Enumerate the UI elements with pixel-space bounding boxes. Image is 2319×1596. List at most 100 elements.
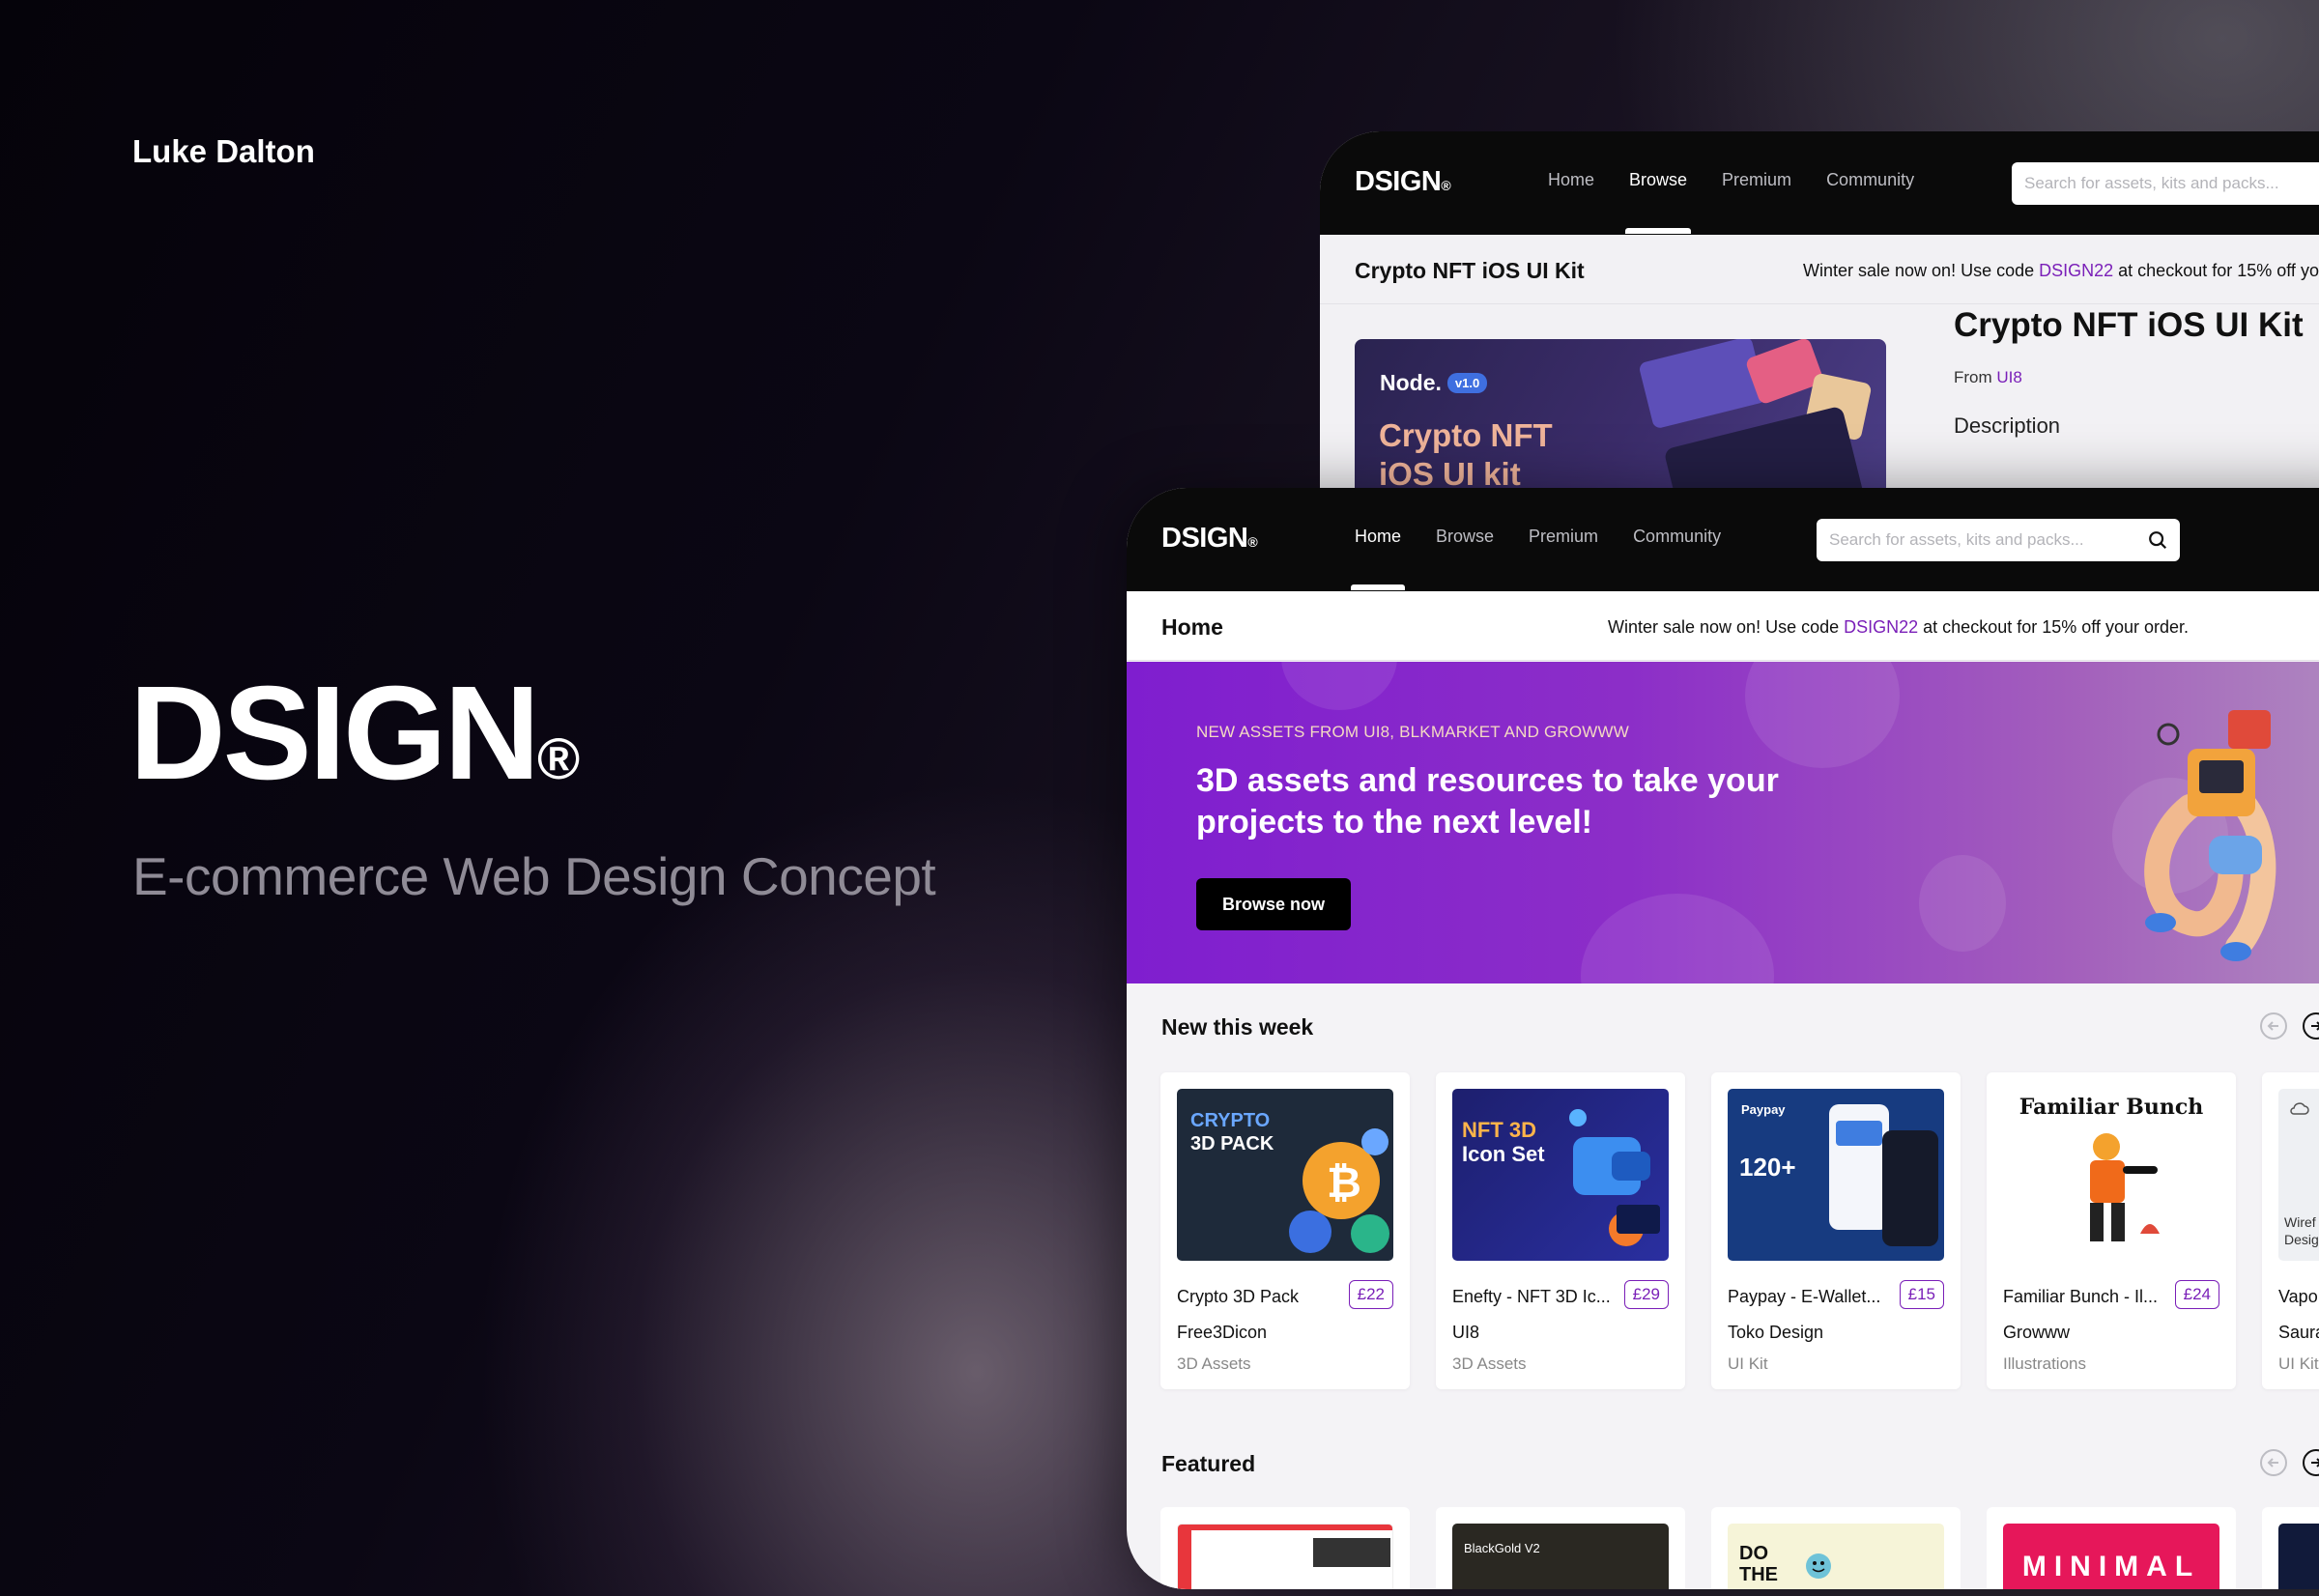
product-name: Crypto NFT iOS UI Kit xyxy=(1954,306,2304,344)
product-vendor[interactable]: UI8 xyxy=(1452,1323,1479,1343)
promo-code: DSIGN22 xyxy=(1844,617,1919,637)
page-header-bar: Crypto NFT iOS UI Kit Winter sale now on… xyxy=(1320,235,2319,304)
firefighter-illustration-icon xyxy=(2090,1133,2160,1241)
price-badge: £22 xyxy=(1348,1280,1393,1309)
price-badge: £29 xyxy=(1623,1280,1669,1309)
registered-mark: ® xyxy=(537,727,581,791)
arrow-left-icon xyxy=(2267,1021,2278,1031)
page-title: Crypto NFT iOS UI Kit xyxy=(1355,258,1585,283)
product-thumbnail[interactable]: CRYPTO 3D PACK ₿ xyxy=(1177,1089,1393,1261)
product-category: 3D Assets xyxy=(1452,1354,1527,1373)
arrow-right-icon xyxy=(2311,1021,2319,1031)
search-input[interactable] xyxy=(2012,162,2319,205)
featured-thumbnail[interactable]: DO THE xyxy=(1728,1524,1944,1589)
top-nav-bar: DSIGN® Home Browse Premium Community xyxy=(1320,131,2319,235)
featured-card[interactable]: BlackGold V2 xyxy=(1436,1507,1685,1589)
product-thumbnail[interactable]: Wiref Desig xyxy=(2278,1089,2319,1261)
product-image[interactable]: Node. v1.0 Crypto NFT iOS UI kit xyxy=(1355,339,1886,489)
version-badge: v1.0 xyxy=(1446,373,1488,393)
product-vendor[interactable]: Saura xyxy=(2278,1323,2319,1343)
featured-prev-button[interactable] xyxy=(2260,1449,2287,1476)
product-category: UI Kit xyxy=(1728,1354,1768,1373)
product-thumbnail[interactable]: NFT 3D Icon Set xyxy=(1452,1089,1669,1261)
featured-card[interactable] xyxy=(1160,1507,1410,1589)
nav-community[interactable]: Community xyxy=(1826,170,1914,190)
product-card[interactable]: CRYPTO 3D PACK ₿ Crypto 3D Pack £22 Free… xyxy=(1160,1072,1410,1389)
featured-card[interactable] xyxy=(2262,1507,2319,1589)
nav-premium[interactable]: Premium xyxy=(1529,527,1598,547)
search-input[interactable] xyxy=(1817,519,2180,561)
top-nav-bar: DSIGN® Home Browse Premium Community xyxy=(1127,488,2319,591)
smiley-icon xyxy=(1806,1553,1831,1579)
brand-logo-large: DSIGN® xyxy=(129,667,580,800)
description-heading: Description xyxy=(1954,413,2061,438)
promo-banner-text: Winter sale now on! Use code DSIGN22 at … xyxy=(1803,261,2319,280)
product-thumbnail[interactable]: Paypay 120+ xyxy=(1728,1089,1944,1261)
product-card[interactable]: NFT 3D Icon Set Enefty - NFT 3D Ic... £2… xyxy=(1436,1072,1685,1389)
bitcoin-coin-icon: ₿ xyxy=(1289,1128,1389,1253)
product-image-title: Crypto NFT iOS UI kit xyxy=(1379,417,1553,489)
search-box xyxy=(1817,519,2180,561)
product-vendor[interactable]: Free3Dicon xyxy=(1177,1323,1267,1343)
product-vendor[interactable]: Toko Design xyxy=(1728,1323,1823,1343)
svg-text:₿: ₿ xyxy=(1327,1158,1361,1208)
product-name: Crypto 3D Pack xyxy=(1177,1287,1300,1306)
featured-thumbnail[interactable] xyxy=(2278,1524,2319,1589)
node-brand: Node. v1.0 xyxy=(1380,370,1488,396)
site-logo[interactable]: DSIGN® xyxy=(1161,523,1258,555)
hero-kicker: NEW ASSETS FROM UI8, BLKMARKET AND GROWW… xyxy=(1196,723,1630,741)
tagline: E-commerce Web Design Concept xyxy=(132,846,936,906)
section-title-featured: Featured xyxy=(1161,1451,1256,1476)
product-card[interactable]: Wiref Desig Vapo Saura UI Kit xyxy=(2262,1072,2319,1389)
search-icon[interactable] xyxy=(2147,529,2168,551)
product-thumbnail[interactable]: Familiar Bunch xyxy=(2003,1089,2219,1261)
featured-thumbnail[interactable]: BlackGold V2 xyxy=(1452,1524,1669,1589)
product-card[interactable]: Paypay 120+ Paypay - E-Wallet... £15 Tok… xyxy=(1711,1072,1961,1389)
promo-banner-text: Winter sale now on! Use code DSIGN22 at … xyxy=(1608,617,2189,637)
main-nav: Home Browse Premium Community xyxy=(1350,527,1756,590)
page-title: Home xyxy=(1161,614,1223,640)
browser-window-product: DSIGN® Home Browse Premium Community Cry… xyxy=(1320,131,2319,489)
price-badge: £15 xyxy=(1899,1280,1944,1309)
product-category: 3D Assets xyxy=(1177,1354,1251,1373)
main-nav: Home Browse Premium Community xyxy=(1548,170,1949,234)
product-name: Paypay - E-Wallet... xyxy=(1728,1287,1881,1306)
3d-character-illustration-icon xyxy=(2144,710,2276,961)
nav-home[interactable]: Home xyxy=(1350,527,1406,590)
product-vendor-line: From UI8 xyxy=(1954,368,2022,386)
hero-title: 3D assets and resources to take your pro… xyxy=(1196,762,1779,841)
carousel-next-button[interactable] xyxy=(2303,1012,2319,1040)
arrow-right-icon xyxy=(2311,1458,2319,1468)
product-name: Enefty - NFT 3D Ic... xyxy=(1452,1287,1611,1306)
nav-browse[interactable]: Browse xyxy=(1436,527,1494,547)
product-name: Familiar Bunch - Il... xyxy=(2003,1287,2159,1306)
price-badge: £24 xyxy=(2174,1280,2219,1309)
site-logo[interactable]: DSIGN® xyxy=(1355,166,1451,198)
carousel-prev-button[interactable] xyxy=(2260,1012,2287,1040)
featured-thumbnail[interactable] xyxy=(1177,1524,1393,1589)
cloud-icon xyxy=(2290,1102,2309,1115)
featured-next-button[interactable] xyxy=(2303,1449,2319,1476)
featured-thumbnail[interactable]: MINIMAL xyxy=(2003,1524,2219,1589)
product-card[interactable]: Familiar Bunch Familiar Bunch - Il... £2… xyxy=(1987,1072,2236,1389)
featured-card[interactable]: DO THE xyxy=(1711,1507,1961,1589)
product-vendor[interactable]: Growww xyxy=(2003,1323,2070,1343)
featured-card[interactable]: MINIMAL xyxy=(1987,1507,2236,1589)
search-box xyxy=(2012,162,2319,205)
product-category: Illustrations xyxy=(2003,1354,2086,1373)
vendor-link[interactable]: UI8 xyxy=(1996,368,2021,386)
brand-name: DSIGN xyxy=(129,659,540,808)
arrow-left-icon xyxy=(2267,1458,2278,1468)
nav-browse[interactable]: Browse xyxy=(1625,170,1692,234)
wallet-3d-icon xyxy=(1569,1109,1660,1246)
browser-window-home: DSIGN® Home Browse Premium Community Hom… xyxy=(1127,488,2319,1589)
phone-mockup-icon xyxy=(1829,1104,1938,1246)
author-name: Luke Dalton xyxy=(132,133,315,169)
browse-now-button[interactable]: Browse now xyxy=(1196,878,1351,930)
nav-home[interactable]: Home xyxy=(1548,170,1594,190)
nav-premium[interactable]: Premium xyxy=(1722,170,1791,190)
product-category: UI Kit xyxy=(2278,1354,2319,1373)
product-detail: Node. v1.0 Crypto NFT iOS UI kit Crypto NF… xyxy=(1320,304,2319,489)
page-header-bar: Home Winter sale now on! Use code DSIGN2… xyxy=(1127,591,2319,661)
nav-community[interactable]: Community xyxy=(1633,527,1721,547)
